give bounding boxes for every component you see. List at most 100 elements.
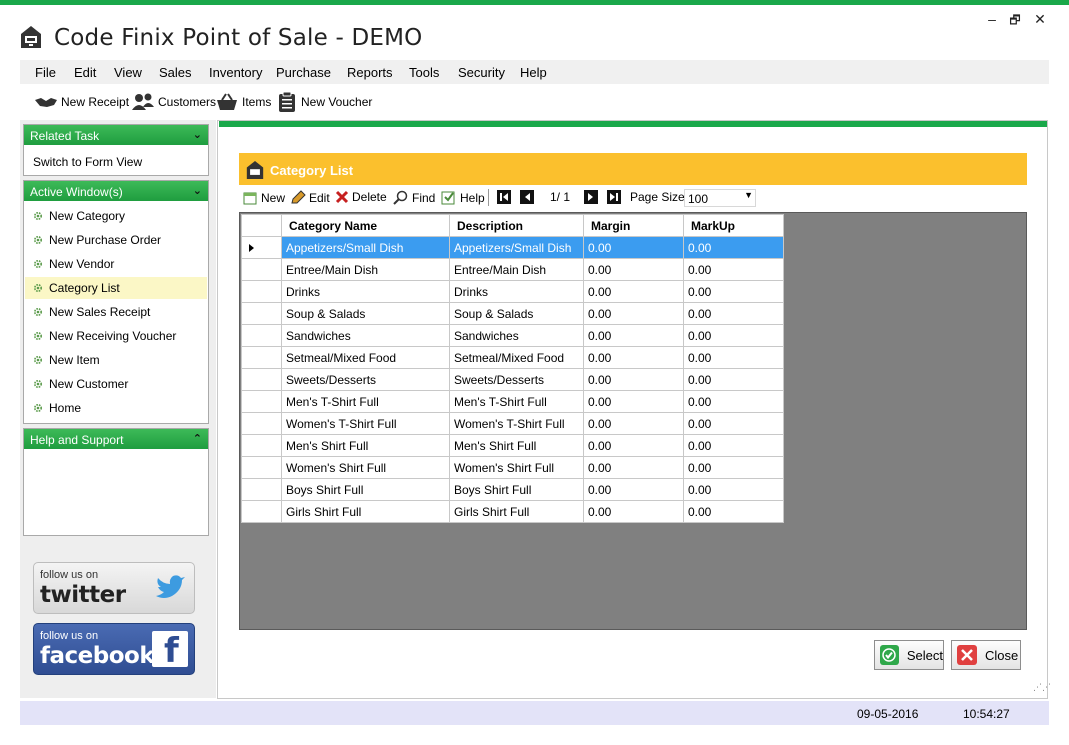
prev-page-icon[interactable]	[520, 190, 534, 204]
table-cell[interactable]: Sandwiches	[449, 324, 584, 347]
table-cell[interactable]: Men's T-Shirt Full	[281, 390, 450, 413]
menu-file[interactable]: File	[35, 65, 56, 80]
table-row[interactable]: Soup & Salads Soup & Salads 0.00 0.00	[241, 302, 784, 325]
table-cell[interactable]: Soup & Salads	[281, 302, 450, 325]
table-cell[interactable]: 0.00	[683, 346, 784, 369]
table-cell[interactable]: Sweets/Desserts	[281, 368, 450, 391]
first-page-icon[interactable]	[497, 190, 511, 204]
table-cell[interactable]: 0.00	[583, 390, 684, 413]
row-header[interactable]	[241, 434, 282, 457]
table-cell[interactable]: Men's T-Shirt Full	[449, 390, 584, 413]
facebook-follow-button[interactable]: follow us on facebook f	[33, 623, 195, 675]
table-cell[interactable]: 0.00	[683, 434, 784, 457]
row-header[interactable]	[241, 368, 282, 391]
table-cell[interactable]: Sandwiches	[281, 324, 450, 347]
table-row[interactable]: Sweets/Desserts Sweets/Desserts 0.00 0.00	[241, 368, 784, 391]
row-header[interactable]	[241, 280, 282, 303]
table-cell[interactable]: 0.00	[683, 280, 784, 303]
table-row[interactable]: Entree/Main Dish Entree/Main Dish 0.00 0.00	[241, 258, 784, 281]
row-header[interactable]	[241, 346, 282, 369]
table-row[interactable]: Appetizers/Small Dish Appetizers/Small Di…	[241, 236, 784, 259]
table-cell[interactable]: 0.00	[583, 434, 684, 457]
column-header-markup[interactable]: MarkUp	[683, 214, 784, 237]
menu-security[interactable]: Security	[458, 65, 505, 80]
sidebar-item-new-receiving-voucher[interactable]: New Receiving Voucher	[25, 325, 207, 347]
menu-view[interactable]: View	[114, 65, 142, 80]
table-cell[interactable]: Setmeal/Mixed Food	[281, 346, 450, 369]
minimize-button[interactable]: –	[982, 11, 1002, 27]
column-header-category-name[interactable]: Category Name	[281, 214, 450, 237]
table-cell[interactable]: 0.00	[583, 302, 684, 325]
table-row[interactable]: Women's Shirt Full Women's Shirt Full 0.00…	[241, 456, 784, 479]
table-cell[interactable]: Appetizers/Small Dish	[281, 236, 450, 259]
nav-edit-button[interactable]: Edit	[290, 190, 330, 206]
table-cell[interactable]: Women's T-Shirt Full	[449, 412, 584, 435]
table-cell[interactable]: Soup & Salads	[449, 302, 584, 325]
table-cell[interactable]: 0.00	[583, 368, 684, 391]
menu-purchase[interactable]: Purchase	[276, 65, 331, 80]
customers-button[interactable]: Customers	[131, 90, 216, 114]
table-cell[interactable]: Setmeal/Mixed Food	[449, 346, 584, 369]
table-cell[interactable]: 0.00	[583, 500, 684, 523]
row-header[interactable]	[241, 302, 282, 325]
table-cell[interactable]: Boys Shirt Full	[449, 478, 584, 501]
table-cell[interactable]: 0.00	[583, 346, 684, 369]
table-cell[interactable]: 0.00	[583, 280, 684, 303]
column-header-margin[interactable]: Margin	[583, 214, 684, 237]
row-header[interactable]	[241, 412, 282, 435]
table-row[interactable]: Men's T-Shirt Full Men's T-Shirt Full 0.00…	[241, 390, 784, 413]
table-cell[interactable]: Drinks	[281, 280, 450, 303]
twitter-follow-button[interactable]: follow us on twitter	[33, 562, 195, 614]
table-cell[interactable]: Girls Shirt Full	[281, 500, 450, 523]
new-receipt-button[interactable]: New Receipt	[34, 90, 129, 114]
help-support-header[interactable]: Help and Support ⌃	[24, 429, 208, 449]
sidebar-item-new-purchase-order[interactable]: New Purchase Order	[25, 229, 207, 251]
table-cell[interactable]: 0.00	[583, 412, 684, 435]
items-button[interactable]: Items	[215, 90, 271, 114]
table-cell[interactable]: Girls Shirt Full	[449, 500, 584, 523]
row-header[interactable]	[241, 456, 282, 479]
new-voucher-button[interactable]: New Voucher	[276, 90, 372, 114]
table-row[interactable]: Women's T-Shirt Full Women's T-Shirt Full…	[241, 412, 784, 435]
menu-tools[interactable]: Tools	[409, 65, 439, 80]
row-header[interactable]	[241, 324, 282, 347]
sidebar-item-new-sales-receipt[interactable]: New Sales Receipt	[25, 301, 207, 323]
nav-delete-button[interactable]: Delete	[335, 190, 387, 204]
sidebar-item-home[interactable]: Home	[25, 397, 207, 419]
table-row[interactable]: Sandwiches Sandwiches 0.00 0.00	[241, 324, 784, 347]
sidebar-item-new-category[interactable]: New Category	[25, 205, 207, 227]
table-cell[interactable]: 0.00	[683, 390, 784, 413]
table-cell[interactable]: 0.00	[683, 500, 784, 523]
table-cell[interactable]: Sweets/Desserts	[449, 368, 584, 391]
table-cell[interactable]: 0.00	[683, 368, 784, 391]
nav-help-button[interactable]: Help	[441, 190, 485, 206]
table-cell[interactable]: Entree/Main Dish	[449, 258, 584, 281]
switch-form-view-link[interactable]: Switch to Form View	[33, 155, 142, 169]
menu-help[interactable]: Help	[520, 65, 547, 80]
table-cell[interactable]: 0.00	[683, 258, 784, 281]
table-cell[interactable]: 0.00	[683, 412, 784, 435]
table-cell[interactable]: 0.00	[583, 236, 684, 259]
menu-edit[interactable]: Edit	[74, 65, 96, 80]
column-header-description[interactable]: Description	[449, 214, 584, 237]
last-page-icon[interactable]	[607, 190, 621, 204]
table-cell[interactable]: 0.00	[683, 456, 784, 479]
next-page-icon[interactable]	[584, 190, 598, 204]
menu-inventory[interactable]: Inventory	[209, 65, 262, 80]
table-cell[interactable]: Women's Shirt Full	[449, 456, 584, 479]
table-cell[interactable]: 0.00	[683, 324, 784, 347]
table-row[interactable]: Men's Shirt Full Men's Shirt Full 0.00 0.00	[241, 434, 784, 457]
related-task-header[interactable]: Related Task ⌄	[24, 125, 208, 145]
sidebar-item-new-vendor[interactable]: New Vendor	[25, 253, 207, 275]
sidebar-item-new-item[interactable]: New Item	[25, 349, 207, 371]
table-cell[interactable]: 0.00	[683, 478, 784, 501]
menu-sales[interactable]: Sales	[159, 65, 192, 80]
table-cell[interactable]: Boys Shirt Full	[281, 478, 450, 501]
table-cell[interactable]: 0.00	[583, 456, 684, 479]
close-window-button[interactable]: ✕	[1030, 11, 1050, 28]
table-cell[interactable]: Entree/Main Dish	[281, 258, 450, 281]
table-cell[interactable]: Women's T-Shirt Full	[281, 412, 450, 435]
table-cell[interactable]: 0.00	[683, 302, 784, 325]
table-cell[interactable]: 0.00	[583, 324, 684, 347]
table-cell[interactable]: 0.00	[683, 236, 784, 259]
